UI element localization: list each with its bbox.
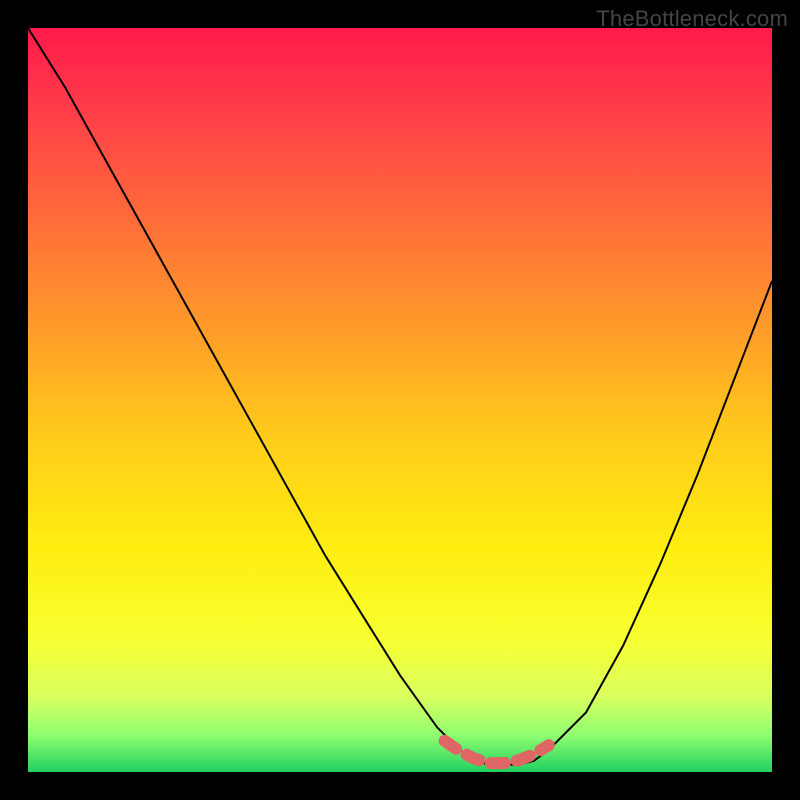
watermark-text: TheBottleneck.com [596,6,788,32]
plot-area [28,28,772,772]
chart-svg [28,28,772,772]
chart-background [28,28,772,772]
chart-container: TheBottleneck.com [0,0,800,800]
